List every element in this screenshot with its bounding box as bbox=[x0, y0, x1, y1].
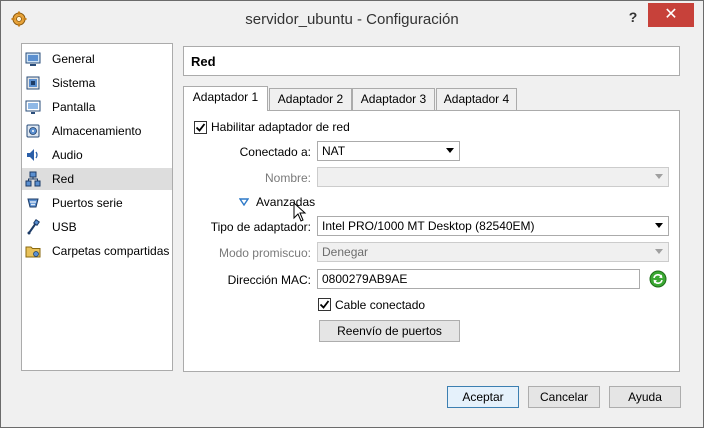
tab-adapter-4[interactable]: Adaptador 4 bbox=[436, 88, 517, 110]
adapter-type-label: Tipo de adaptador: bbox=[210, 220, 311, 234]
chevron-down-icon bbox=[446, 148, 454, 153]
cable-connected-checkbox[interactable] bbox=[318, 298, 331, 311]
enable-adapter-label: Habilitar adaptador de red bbox=[211, 120, 350, 134]
promiscuous-mode-select[interactable]: Denegar bbox=[317, 242, 669, 262]
storage-icon bbox=[26, 124, 40, 138]
chevron-down-icon bbox=[655, 223, 663, 228]
mac-address-value: 0800279AB9AE bbox=[322, 272, 408, 286]
window-title: servidor_ubuntu - Configuración bbox=[245, 11, 459, 28]
checkmark-icon bbox=[195, 123, 206, 132]
port-forwarding-button[interactable]: Reenvío de puertos bbox=[319, 320, 460, 342]
attached-to-value: NAT bbox=[322, 144, 346, 158]
tab-adapter-1[interactable]: Adaptador 1 bbox=[183, 86, 268, 111]
checkmark-icon bbox=[319, 300, 330, 309]
network-icon bbox=[25, 171, 41, 187]
sidebar-item-network[interactable]: Red bbox=[22, 168, 172, 190]
sidebar-item-label: Puertos serie bbox=[52, 196, 123, 210]
display-icon bbox=[25, 100, 41, 114]
name-select[interactable] bbox=[317, 167, 669, 187]
sidebar-item-label: Carpetas compartidas bbox=[52, 244, 170, 258]
sidebar-item-display[interactable]: Pantalla bbox=[22, 96, 172, 118]
mac-address-input[interactable]: 0800279AB9AE bbox=[317, 269, 640, 289]
promiscuous-mode-label: Modo promiscuo: bbox=[218, 246, 311, 260]
sidebar-item-storage[interactable]: Almacenamiento bbox=[22, 120, 172, 142]
system-icon bbox=[26, 76, 40, 90]
chevron-down-icon bbox=[655, 174, 663, 179]
tab-adapter-2[interactable]: Adaptador 2 bbox=[269, 88, 352, 110]
usb-icon bbox=[27, 219, 40, 235]
general-icon bbox=[25, 52, 41, 66]
sidebar-item-audio[interactable]: Audio bbox=[22, 144, 172, 166]
sidebar-item-label: Almacenamiento bbox=[52, 124, 142, 138]
expand-triangle-icon[interactable] bbox=[239, 198, 249, 206]
sidebar-item-label: USB bbox=[52, 220, 77, 234]
mouse-cursor-icon bbox=[293, 202, 307, 222]
shared-folders-icon bbox=[25, 246, 41, 258]
adapter-type-select[interactable]: Intel PRO/1000 MT Desktop (82540EM) bbox=[317, 216, 669, 236]
sidebar-item-usb[interactable]: USB bbox=[22, 216, 172, 238]
sidebar-item-label: General bbox=[52, 52, 95, 66]
tab-adapter-3[interactable]: Adaptador 3 bbox=[352, 88, 435, 110]
help-button[interactable]: Ayuda bbox=[609, 386, 681, 408]
sidebar-item-serial-ports[interactable]: Puertos serie bbox=[22, 192, 172, 214]
serial-ports-icon bbox=[27, 198, 39, 208]
sidebar-item-system[interactable]: Sistema bbox=[22, 72, 172, 94]
cable-connected-label: Cable conectado bbox=[335, 298, 426, 312]
ok-button[interactable]: Aceptar bbox=[447, 386, 519, 408]
cancel-button[interactable]: Cancelar bbox=[528, 386, 600, 408]
page-title: Red bbox=[183, 46, 680, 76]
attached-to-label: Conectado a: bbox=[239, 145, 311, 159]
close-button[interactable]: ✕ bbox=[648, 3, 694, 27]
sidebar-item-shared-folders[interactable]: Carpetas compartidas bbox=[22, 240, 172, 262]
mac-address-label: Dirección MAC: bbox=[227, 273, 311, 287]
promiscuous-mode-value: Denegar bbox=[322, 245, 369, 259]
settings-window: servidor_ubuntu - Configuración ? ✕ Gene… bbox=[0, 0, 704, 428]
sidebar-item-label: Sistema bbox=[52, 76, 96, 90]
sidebar-item-label: Audio bbox=[52, 148, 83, 162]
sidebar-item-label: Red bbox=[52, 172, 75, 186]
adapter-type-value: Intel PRO/1000 MT Desktop (82540EM) bbox=[322, 219, 535, 233]
name-label: Nombre: bbox=[264, 171, 311, 185]
audio-icon bbox=[27, 149, 38, 161]
sidebar-item-general[interactable]: General bbox=[22, 48, 172, 70]
refresh-icon[interactable] bbox=[649, 270, 667, 288]
enable-adapter-checkbox[interactable] bbox=[194, 121, 207, 134]
attached-to-select[interactable]: NAT bbox=[317, 141, 460, 161]
chevron-down-icon bbox=[655, 249, 663, 254]
help-title-button[interactable]: ? bbox=[623, 7, 643, 27]
sidebar-item-label: Pantalla bbox=[52, 100, 96, 114]
title-bar: servidor_ubuntu - Configuración ? ✕ bbox=[1, 1, 703, 37]
settings-sidebar: General Sistema Pantalla Almacenamiento … bbox=[21, 43, 173, 371]
